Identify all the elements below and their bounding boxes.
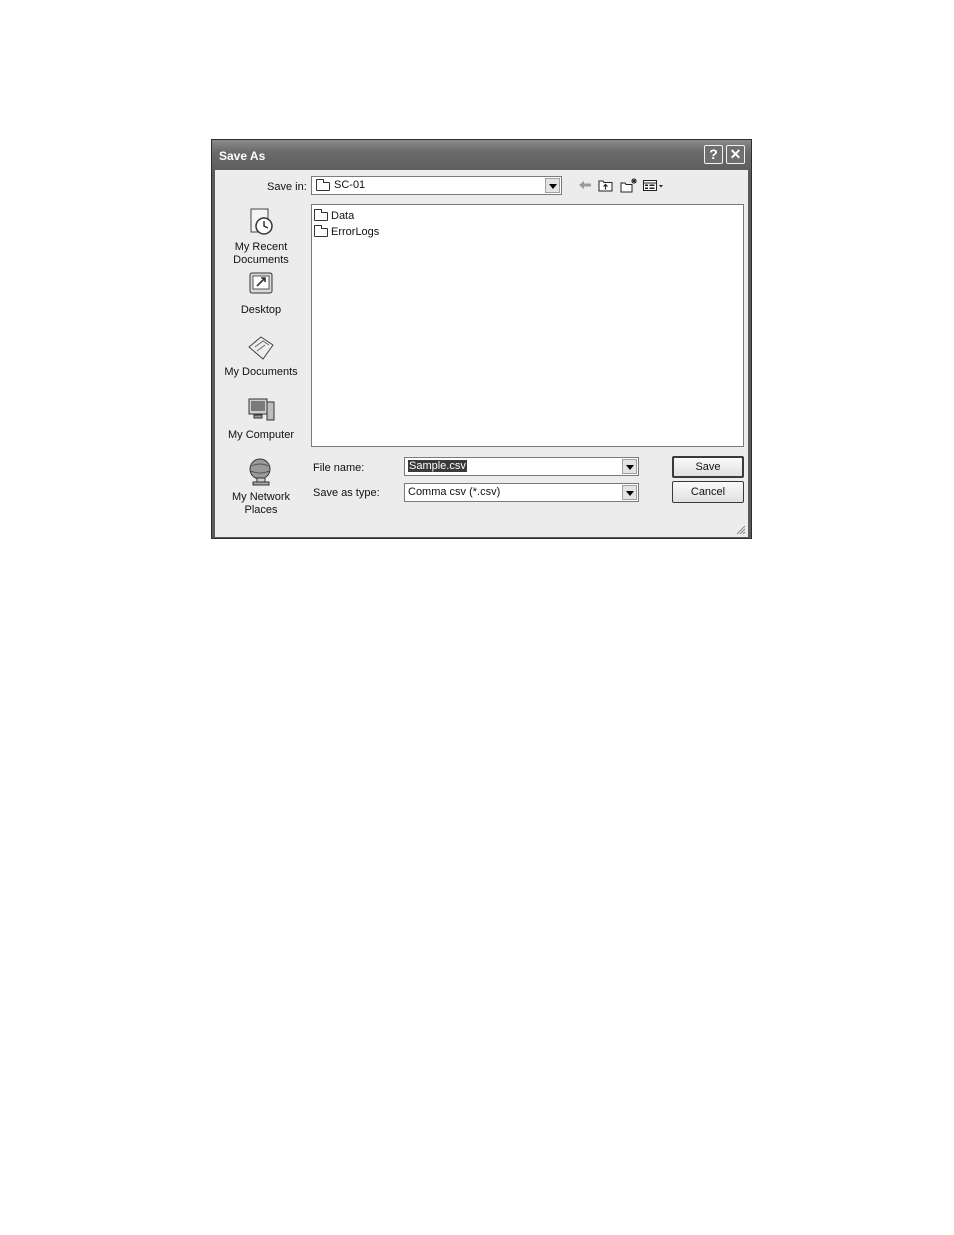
help-button[interactable]: ? <box>704 145 723 164</box>
file-name: ErrorLogs <box>331 226 380 238</box>
chevron-down-icon[interactable] <box>622 485 637 500</box>
save-in-value: SC-01 <box>334 179 366 191</box>
save-in-combo[interactable]: SC-01 <box>311 176 562 195</box>
save-as-dialog: Save As ? ✕ Save in: SC-01 My Recent Doc… <box>211 139 752 539</box>
places-label: Documents <box>233 254 289 266</box>
dialog-title: Save As <box>219 149 266 163</box>
title-bar[interactable]: Save As ? ✕ <box>212 140 751 170</box>
file-list[interactable]: Data ErrorLogs <box>311 204 744 447</box>
folder-icon <box>314 209 328 221</box>
places-label: My Recent <box>234 241 288 253</box>
up-folder-icon[interactable] <box>597 177 615 193</box>
places-desktop[interactable]: Desktop <box>215 269 307 317</box>
new-folder-icon[interactable] <box>620 177 638 193</box>
folder-icon <box>316 179 330 191</box>
chevron-down-icon[interactable] <box>622 459 637 474</box>
cancel-button[interactable]: Cancel <box>672 481 744 503</box>
save-type-label: Save as type: <box>313 487 380 499</box>
folder-icon <box>314 225 328 237</box>
places-my-computer[interactable]: My Computer <box>215 394 307 442</box>
close-button[interactable]: ✕ <box>726 145 745 164</box>
places-label: My Computer <box>227 429 295 441</box>
places-my-documents[interactable]: My Documents <box>215 331 307 379</box>
places-network[interactable]: My Network Places <box>215 456 307 517</box>
places-label: Places <box>244 504 278 516</box>
dialog-body: Save in: SC-01 My Recent Documents Deskt… <box>215 170 748 537</box>
my-documents-icon <box>248 336 274 360</box>
desktop-icon <box>249 272 273 294</box>
my-computer-icon <box>248 398 275 421</box>
save-type-select[interactable]: Comma csv (*.csv) <box>404 483 639 502</box>
file-name-value: Sample.csv <box>408 460 467 472</box>
chevron-down-icon[interactable] <box>545 178 560 193</box>
save-type-value: Comma csv (*.csv) <box>408 486 501 498</box>
save-button[interactable]: Save <box>672 456 744 478</box>
places-label: Desktop <box>240 304 282 316</box>
file-name: Data <box>331 210 355 222</box>
places-label: My Network <box>231 491 291 503</box>
save-in-label: Save in: <box>267 181 307 193</box>
network-places-icon <box>249 458 271 486</box>
places-recent-documents[interactable]: My Recent Documents <box>215 206 307 267</box>
places-label: My Documents <box>224 366 298 378</box>
back-arrow-icon[interactable] <box>576 177 594 193</box>
file-name-input[interactable]: Sample.csv <box>404 457 639 476</box>
file-name-label: File name: <box>313 462 365 474</box>
resize-grip-icon[interactable] <box>736 525 746 535</box>
recent-documents-icon <box>250 208 273 235</box>
views-menu-icon[interactable] <box>642 177 666 193</box>
